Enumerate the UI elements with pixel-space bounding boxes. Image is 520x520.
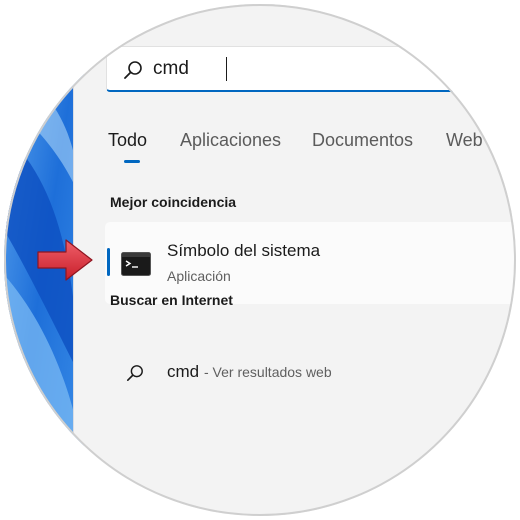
start-search-panel: Todo Aplicaciones Documentos Web Mejor c… xyxy=(74,4,516,516)
cmd-terminal-icon xyxy=(121,252,151,276)
search-icon xyxy=(126,365,143,382)
active-tab-indicator xyxy=(124,160,140,163)
zoomed-screenshot: Todo Aplicaciones Documentos Web Mejor c… xyxy=(0,0,520,520)
search-box[interactable] xyxy=(106,46,516,92)
web-results-suffix: - Ver resultados web xyxy=(204,364,332,380)
web-query-text: cmd xyxy=(167,362,200,381)
result-subtitle: Aplicación xyxy=(167,268,231,284)
tab-web[interactable]: Web xyxy=(446,130,483,151)
tab-documentos[interactable]: Documentos xyxy=(312,130,413,151)
tab-aplicaciones[interactable]: Aplicaciones xyxy=(180,130,281,151)
selection-indicator xyxy=(107,248,110,276)
red-pointer-arrow-icon xyxy=(37,239,93,281)
tab-todo[interactable]: Todo xyxy=(108,130,147,151)
web-search-heading: Buscar en Internet xyxy=(110,292,233,308)
best-match-heading: Mejor coincidencia xyxy=(110,194,237,210)
search-input[interactable] xyxy=(153,55,453,83)
web-search-result[interactable]: cmd - Ver resultados web xyxy=(122,360,422,386)
search-icon xyxy=(124,61,142,79)
text-caret xyxy=(226,57,227,81)
result-title: Símbolo del sistema xyxy=(167,241,321,260)
